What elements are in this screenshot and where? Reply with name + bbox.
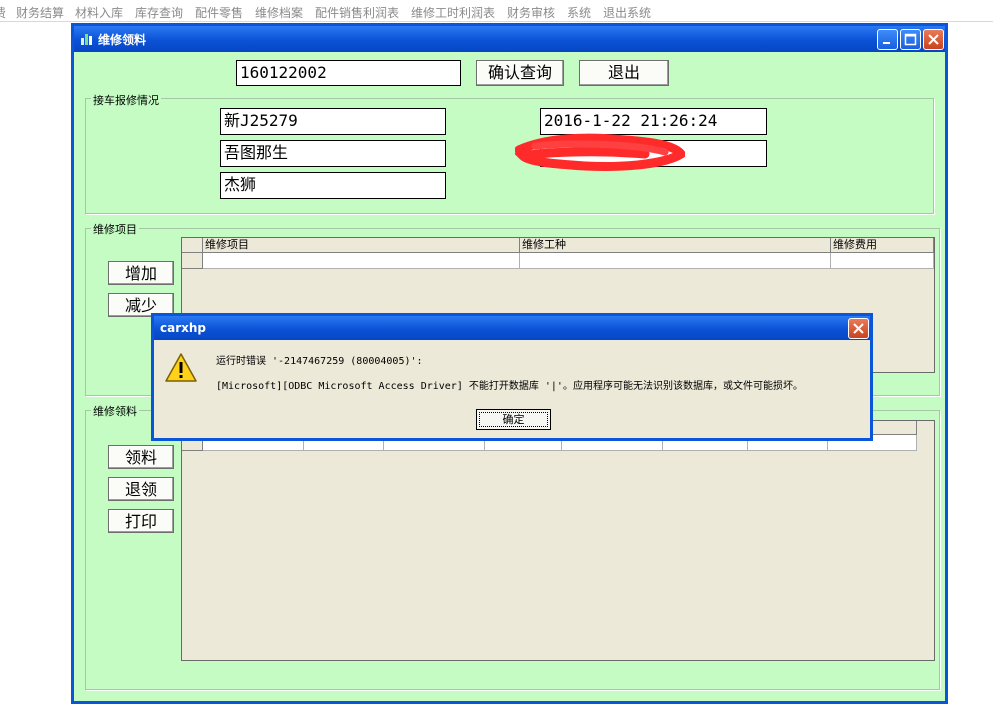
confirm-query-button[interactable]: 确认查询 <box>476 60 564 86</box>
menu-item-finance-audit[interactable]: 财务审核 <box>507 4 555 20</box>
error-message-title: 运行时错误 '-2147467259 (80004005)': <box>216 356 423 367</box>
exit-button[interactable]: 退出 <box>579 60 669 86</box>
pick-material-button[interactable]: 领料 <box>108 445 174 469</box>
menu-item-repair-archive[interactable]: 维修档案 <box>255 4 303 20</box>
ok-button[interactable]: 确定 <box>476 409 551 430</box>
minimize-icon <box>883 42 890 44</box>
menu-item-labor-profit[interactable]: 维修工时利润表 <box>411 4 495 20</box>
owner-field[interactable]: 吾图那生 <box>220 140 446 167</box>
minimize-button[interactable] <box>877 29 898 50</box>
return-material-button[interactable]: 退领 <box>108 477 174 501</box>
reception-group <box>85 98 934 214</box>
maximize-button[interactable] <box>900 29 921 50</box>
add-item-button[interactable]: 增加 <box>108 261 174 285</box>
menu-item-parts-profit[interactable]: 配件销售利润表 <box>315 4 399 20</box>
repair-materials-grid[interactable] <box>181 420 935 661</box>
window-title-bar[interactable]: 维修领料 <box>74 26 945 52</box>
column-header-repair-cost[interactable]: 维修费用 <box>831 238 934 253</box>
grid-corner <box>182 238 203 253</box>
menu-bar: 费 财务结算 材料入库 库存查询 配件零售 维修档案 配件销售利润表 维修工时利… <box>0 0 993 22</box>
menu-item-inventory[interactable]: 库存查询 <box>135 4 183 20</box>
dialog-close-button[interactable] <box>848 318 869 339</box>
repair-items-legend: 维修项目 <box>91 221 139 237</box>
app-icon <box>80 32 94 46</box>
order-number-input[interactable]: 160122002 <box>236 60 461 86</box>
grid-cell[interactable] <box>520 253 831 269</box>
close-icon <box>928 34 939 45</box>
maximize-icon <box>904 33 917 46</box>
menu-item-finance-settlement[interactable]: 财务结算 <box>16 4 64 20</box>
close-icon <box>853 323 864 334</box>
vehicle-model-field[interactable]: 杰狮 <box>220 172 446 199</box>
dialog-title-bar[interactable]: carxhp <box>154 316 870 340</box>
focus-rect <box>479 412 548 427</box>
redaction-scribble <box>515 133 685 171</box>
menu-item-parts-retail[interactable]: 配件零售 <box>195 4 243 20</box>
plate-number-field[interactable]: 新J25279 <box>220 108 446 135</box>
menu-item-exit-system[interactable]: 退出系统 <box>603 4 651 20</box>
repair-materials-legend: 维修领料 <box>91 403 139 419</box>
runtime-error-dialog: carxhp 运行时错误 '-2147467259 (80004005)': [… <box>151 313 873 441</box>
menu-item-material-in[interactable]: 材料入库 <box>75 4 123 20</box>
grid-cell[interactable] <box>203 253 520 269</box>
menu-item-partial[interactable]: 费 <box>0 4 6 20</box>
error-message-detail: [Microsoft][ODBC Microsoft Access Driver… <box>216 381 803 392</box>
column-header-work-type[interactable]: 维修工种 <box>520 238 831 253</box>
reception-datetime-field[interactable]: 2016-1-22 21:26:24 <box>540 108 767 135</box>
warning-icon <box>165 353 197 382</box>
dialog-title: carxhp <box>160 321 207 335</box>
window-title: 维修领料 <box>98 33 147 47</box>
column-header-repair-item[interactable]: 维修项目 <box>203 238 520 253</box>
close-button[interactable] <box>923 29 944 50</box>
grid-cell[interactable] <box>831 253 934 269</box>
reception-legend: 接车报修情况 <box>91 92 161 108</box>
menu-item-system[interactable]: 系统 <box>567 4 591 20</box>
print-button[interactable]: 打印 <box>108 509 174 533</box>
row-header[interactable] <box>182 253 203 269</box>
